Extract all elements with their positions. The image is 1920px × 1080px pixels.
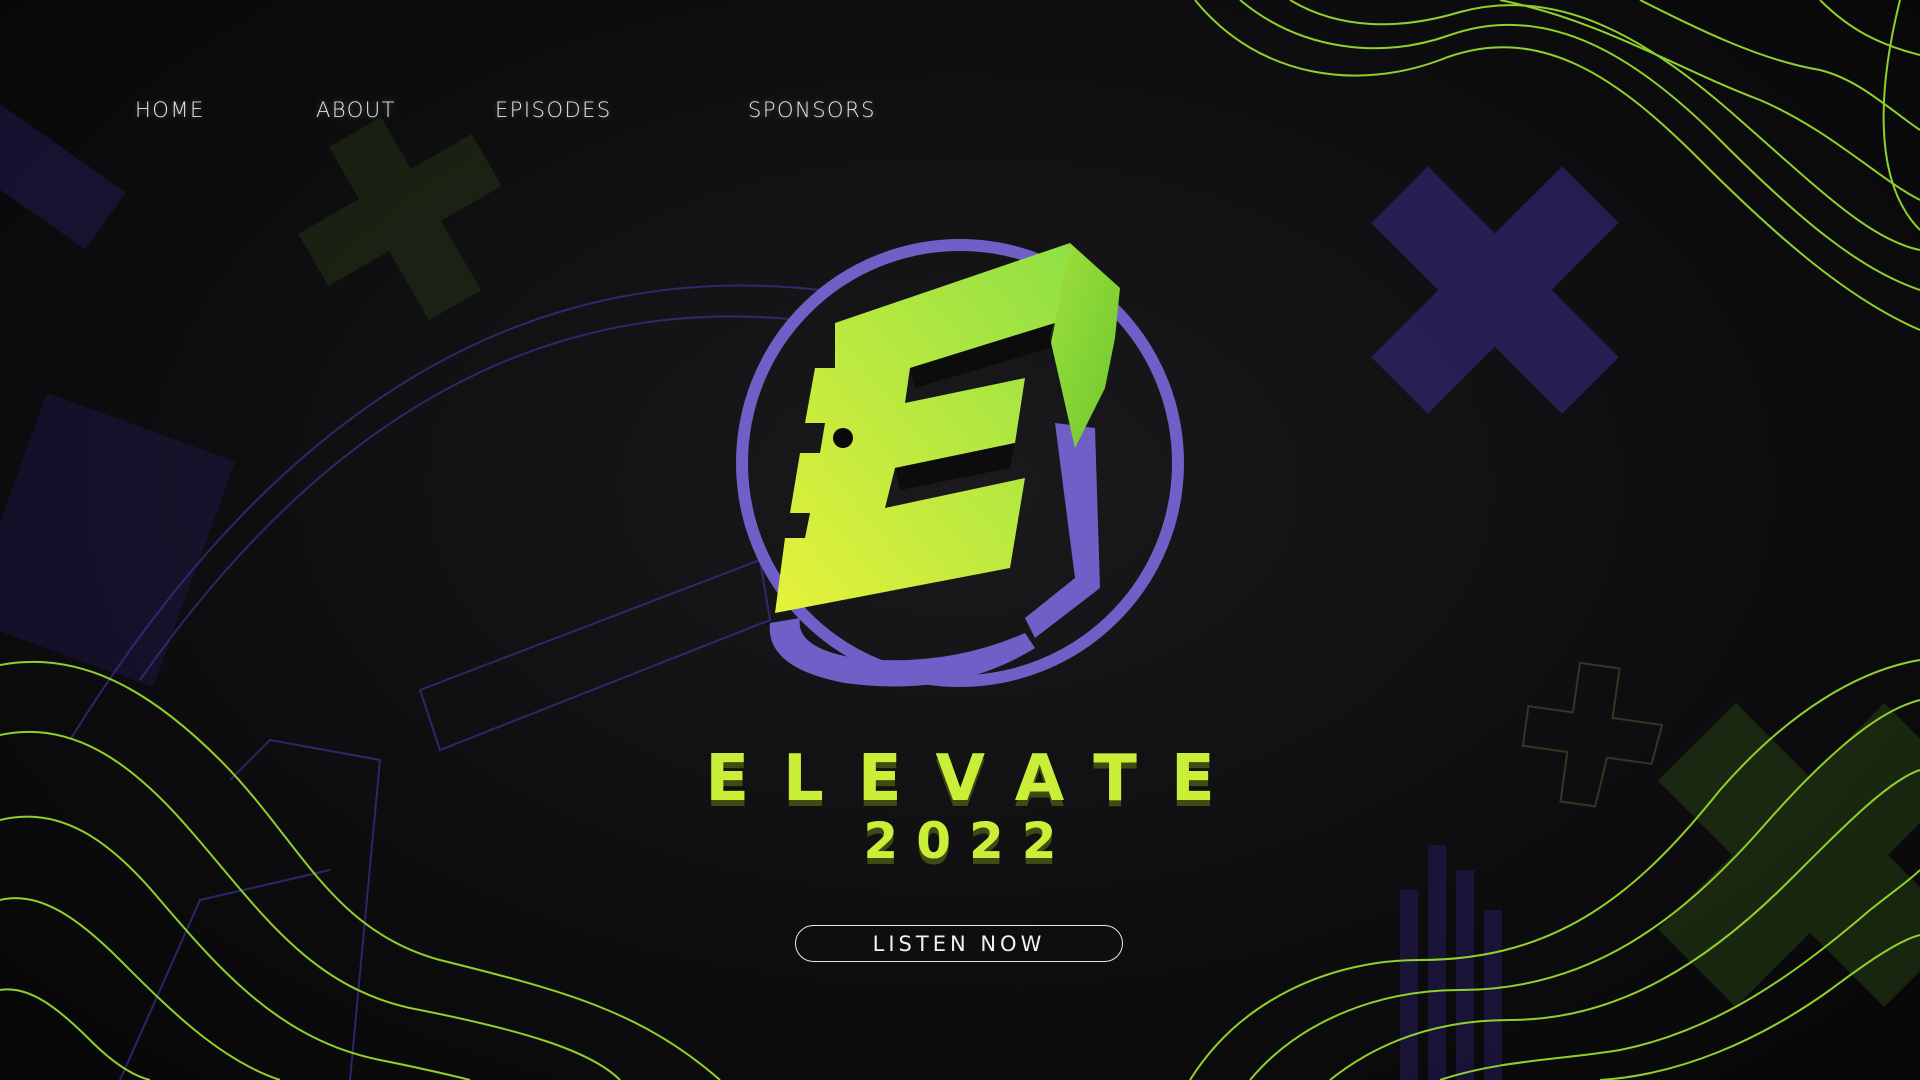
- bar-decoration: [1400, 845, 1502, 1080]
- x-shape-icon: [298, 117, 502, 321]
- contour-lines: [0, 660, 721, 1080]
- x-shape-icon: [1371, 166, 1619, 414]
- listen-now-button[interactable]: LISTEN NOW: [795, 925, 1123, 962]
- nav-home-link[interactable]: HOME: [135, 98, 205, 122]
- hero-year: 2022: [863, 812, 1075, 870]
- nav-about-link[interactable]: ABOUT: [316, 98, 396, 122]
- nav-sponsors-link[interactable]: SPONSORS: [748, 98, 876, 122]
- hero-title: ELEVATE: [705, 742, 1249, 816]
- elevate-e-logo-icon: [736, 239, 1184, 687]
- nav-episodes-link[interactable]: EPISODES: [495, 98, 612, 122]
- main-nav: HOME ABOUT EPISODES SPONSORS: [0, 98, 1920, 128]
- x-shape-icon: [0, 100, 236, 687]
